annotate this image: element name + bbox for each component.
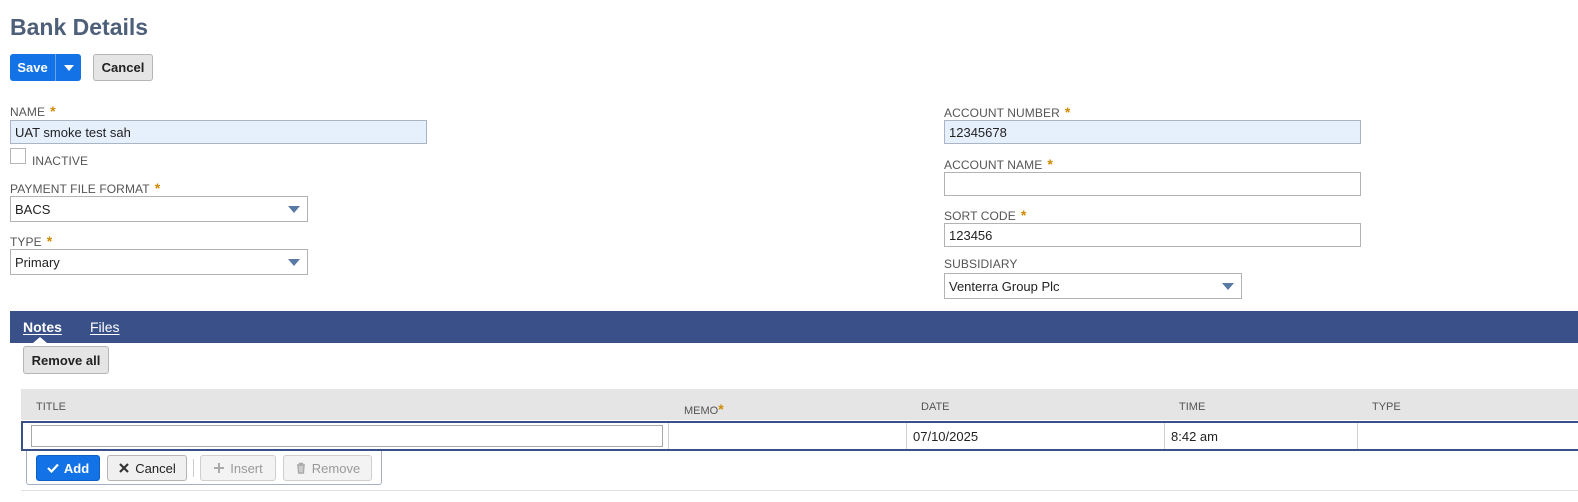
account-number-label: ACCOUNT NUMBER * (944, 104, 1071, 120)
subtab-bar: Notes Files (10, 311, 1578, 343)
tab-files[interactable]: Files (90, 319, 120, 335)
column-header-time: TIME (1179, 401, 1206, 413)
account-name-field[interactable] (944, 172, 1361, 196)
add-button[interactable]: Add (36, 455, 100, 481)
time-cell[interactable]: 8:42 am (1165, 423, 1358, 449)
page-title: Bank Details (10, 14, 149, 40)
column-header-date: DATE (921, 401, 950, 413)
divider (193, 459, 194, 477)
row-cancel-label: Cancel (135, 460, 176, 476)
add-button-label: Add (63, 460, 90, 476)
chevron-down-icon (63, 64, 74, 71)
required-marker: * (1020, 207, 1027, 223)
required-marker: * (1047, 156, 1053, 172)
account-name-label: ACCOUNT NAME * (944, 156, 1053, 172)
date-cell[interactable]: 07/10/2025 (907, 423, 1165, 449)
payment-file-format-select[interactable]: BACS (10, 196, 308, 222)
required-marker: * (46, 233, 53, 249)
chevron-down-icon (1222, 283, 1234, 290)
insert-button-label: Insert (230, 460, 263, 476)
remove-button[interactable]: Remove (283, 455, 372, 481)
chevron-down-icon (288, 206, 300, 213)
required-marker: * (718, 401, 724, 417)
save-button-group[interactable]: Save (10, 54, 81, 81)
close-icon (119, 463, 130, 473)
required-marker: * (50, 103, 56, 119)
payment-file-format-label: PAYMENT FILE FORMAT * (10, 180, 161, 196)
chevron-down-icon (288, 259, 300, 266)
tab-notes[interactable]: Notes (23, 319, 62, 335)
insert-button[interactable]: Insert (200, 455, 276, 481)
save-options-button[interactable] (56, 54, 81, 81)
account-number-field[interactable]: 12345678 (944, 120, 1361, 144)
cancel-button[interactable]: Cancel (93, 54, 153, 81)
required-marker: * (1064, 104, 1071, 120)
payment-file-format-value: BACS (15, 201, 51, 217)
sort-code-label: SORT CODE * (944, 207, 1027, 223)
name-field[interactable]: UAT smoke test sah (10, 120, 427, 144)
row-action-bar: Add Cancel Insert Remove (26, 451, 382, 485)
notes-grid-header: TITLE MEMO* DATE TIME TYPE (21, 389, 1578, 420)
note-title-input[interactable] (31, 425, 663, 447)
save-button[interactable]: Save (10, 54, 56, 81)
check-icon (47, 463, 59, 474)
inactive-checkbox[interactable] (10, 148, 26, 164)
name-label: NAME * (10, 103, 56, 119)
subsidiary-value: Venterra Group Plc (949, 278, 1060, 294)
type-label: TYPE * (10, 233, 53, 249)
trash-icon (296, 462, 305, 474)
column-header-type: TYPE (1372, 401, 1401, 413)
type-value: Primary (15, 254, 60, 270)
subsidiary-select[interactable]: Venterra Group Plc (944, 273, 1242, 299)
type-cell[interactable] (1358, 423, 1578, 449)
sort-code-field[interactable]: 123456 (944, 223, 1361, 247)
remove-button-label: Remove (311, 460, 361, 476)
remove-all-button[interactable]: Remove all (23, 346, 109, 374)
plus-icon (214, 463, 225, 473)
grid-bottom-divider (21, 490, 1578, 491)
memo-cell[interactable] (669, 423, 907, 449)
row-cancel-button[interactable]: Cancel (107, 455, 187, 481)
table-row[interactable]: 07/10/2025 8:42 am (21, 421, 1578, 451)
inactive-label: INACTIVE (32, 154, 89, 168)
column-header-title: TITLE (36, 401, 66, 413)
required-marker: * (154, 180, 161, 196)
title-cell[interactable] (23, 423, 669, 449)
subsidiary-label: SUBSIDIARY (944, 257, 1018, 271)
column-header-memo: MEMO* (684, 401, 724, 417)
type-select[interactable]: Primary (10, 249, 308, 275)
active-tab-indicator (33, 337, 47, 343)
